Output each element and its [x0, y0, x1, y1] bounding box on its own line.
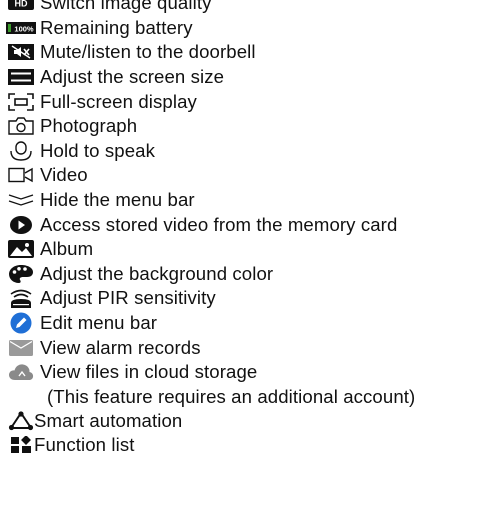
- legend-item-album: Album: [0, 237, 479, 262]
- screen-size-icon: [6, 67, 36, 87]
- legend-note: (This feature requires an additional acc…: [47, 385, 416, 407]
- mail-icon: [6, 338, 36, 358]
- battery-badge: 100%: [14, 24, 34, 33]
- legend-label: Switch image quality: [40, 0, 212, 14]
- icon-legend: HD Switch image quality 100% Remaining b…: [0, 0, 479, 458]
- speak-icon: [6, 141, 36, 161]
- pir-sensor-icon: [6, 288, 36, 309]
- legend-item-automation: Smart automation: [0, 409, 479, 434]
- legend-item-mute: Mute/listen to the doorbell: [0, 40, 479, 65]
- legend-item-video: Video: [0, 163, 479, 188]
- mute-icon: [6, 42, 36, 62]
- legend-item-hide-menu: Hide the menu bar: [0, 188, 479, 213]
- legend-item-pir: Adjust PIR sensitivity: [0, 286, 479, 311]
- legend-label: Mute/listen to the doorbell: [40, 41, 256, 63]
- legend-label: Smart automation: [34, 409, 183, 431]
- fullscreen-icon: [6, 92, 36, 112]
- cloud-icon: [6, 362, 36, 382]
- legend-item-background-color: Adjust the background color: [0, 262, 479, 287]
- camera-icon: [6, 116, 36, 136]
- album-icon: [6, 239, 36, 259]
- legend-item-speak: Hold to speak: [0, 139, 479, 164]
- legend-item-screen-size: Adjust the screen size: [0, 65, 479, 90]
- legend-item-playback: Access stored video from the memory card: [0, 212, 479, 237]
- legend-item-alarm-records: View alarm records: [0, 335, 479, 360]
- legend-label: Video: [40, 164, 88, 186]
- legend-label: Hold to speak: [40, 139, 155, 161]
- hd-icon: HD: [6, 0, 36, 13]
- legend-label: View alarm records: [40, 336, 201, 358]
- legend-label: Remaining battery: [40, 16, 193, 38]
- legend-label: Full-screen display: [40, 90, 197, 112]
- function-list-icon: [6, 435, 36, 455]
- palette-icon: [6, 264, 36, 284]
- legend-label: Album: [40, 238, 94, 260]
- legend-label: Hide the menu bar: [40, 189, 195, 211]
- legend-label: Photograph: [40, 115, 138, 137]
- playback-icon: [6, 215, 36, 235]
- legend-label: Adjust PIR sensitivity: [40, 287, 216, 309]
- legend-item-edit-menu: Edit menu bar: [0, 311, 479, 336]
- legend-item-function-list: Function list: [0, 433, 479, 458]
- legend-label: Edit menu bar: [40, 312, 158, 334]
- legend-item-battery: 100% Remaining battery: [0, 16, 479, 41]
- legend-label: Adjust the screen size: [40, 66, 225, 88]
- battery-icon: 100%: [6, 18, 36, 38]
- video-icon: [6, 165, 36, 185]
- legend-item-photograph: Photograph: [0, 114, 479, 139]
- legend-item-image-quality: HD Switch image quality: [0, 0, 479, 16]
- legend-item-cloud-note: (This feature requires an additional acc…: [0, 385, 479, 409]
- edit-icon: [6, 312, 36, 334]
- legend-label: Adjust the background color: [40, 262, 274, 284]
- legend-item-fullscreen: Full-screen display: [0, 89, 479, 114]
- legend-item-cloud: View files in cloud storage: [0, 360, 479, 385]
- svg-text:HD: HD: [15, 0, 28, 9]
- chevron-double-down-icon: [6, 190, 36, 210]
- legend-label: View files in cloud storage: [40, 361, 258, 383]
- legend-label: Function list: [34, 434, 135, 456]
- automation-icon: [6, 411, 36, 431]
- legend-label: Access stored video from the memory card: [40, 213, 398, 235]
